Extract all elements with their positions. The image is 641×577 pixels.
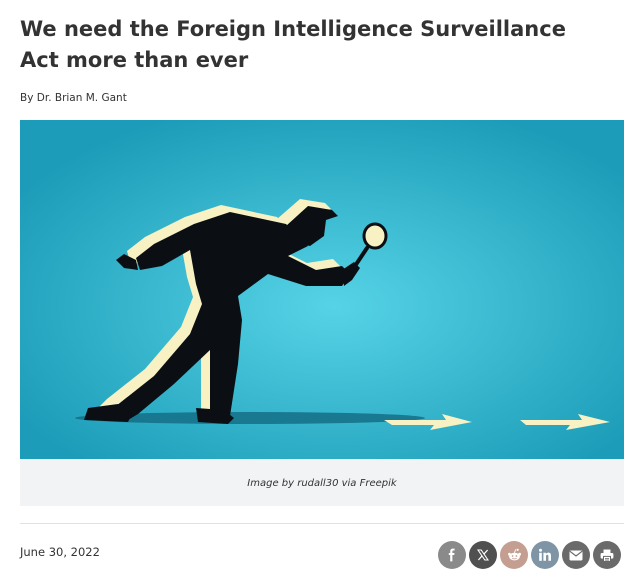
x-share-button[interactable] xyxy=(469,541,497,569)
image-caption: Image by rudall30 via Freepik xyxy=(247,478,397,489)
article-byline: By Dr. Brian M. Gant xyxy=(20,92,127,104)
divider xyxy=(20,523,624,524)
article-figure: Image by rudall30 via Freepik xyxy=(20,120,624,506)
reddit-share-button[interactable] xyxy=(500,541,528,569)
email-share-button[interactable] xyxy=(562,541,590,569)
facebook-icon xyxy=(448,548,455,562)
article-title: We need the Foreign Intelligence Surveil… xyxy=(20,17,566,72)
print-icon xyxy=(600,549,614,562)
x-icon xyxy=(477,549,489,561)
linkedin-icon xyxy=(539,548,551,561)
print-button[interactable] xyxy=(593,541,621,569)
reddit-icon xyxy=(507,548,521,561)
facebook-share-button[interactable] xyxy=(438,541,466,569)
linkedin-share-button[interactable] xyxy=(531,541,559,569)
share-buttons xyxy=(438,541,621,569)
publish-date: June 30, 2022 xyxy=(20,545,100,559)
detective-illustration xyxy=(20,120,624,459)
email-icon xyxy=(569,550,583,560)
